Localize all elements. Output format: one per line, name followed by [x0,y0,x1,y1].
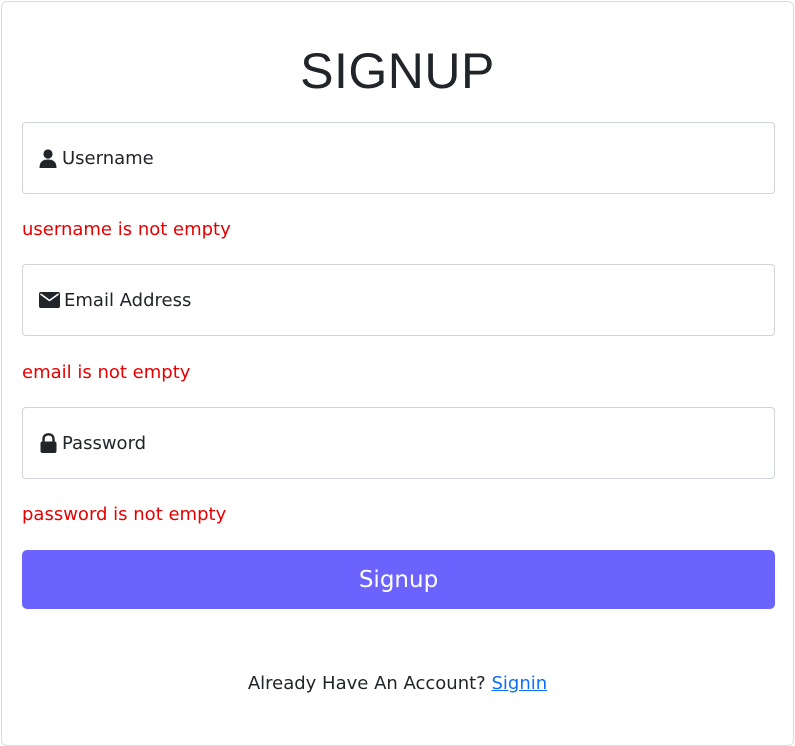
lock-icon [38,433,58,453]
password-placeholder: Password [62,432,147,454]
user-icon [38,148,58,168]
email-placeholder: Email Address [64,289,192,311]
signin-prompt-text: Already Have An Account? [247,673,486,694]
page-title: SIGNUP [300,43,495,99]
email-field[interactable]: Email Address [22,264,775,336]
password-error: password is not empty [22,504,227,525]
username-placeholder: Username [62,147,154,169]
signup-button[interactable]: Signup [22,550,775,609]
envelope-icon [38,290,60,310]
email-error: email is not empty [22,362,191,383]
username-error: username is not empty [22,219,231,240]
signin-prompt: Already Have An Account? Signin [0,673,795,694]
username-field[interactable]: Username [22,122,775,194]
signin-link[interactable]: Signin [491,673,547,694]
password-field[interactable]: Password [22,407,775,479]
